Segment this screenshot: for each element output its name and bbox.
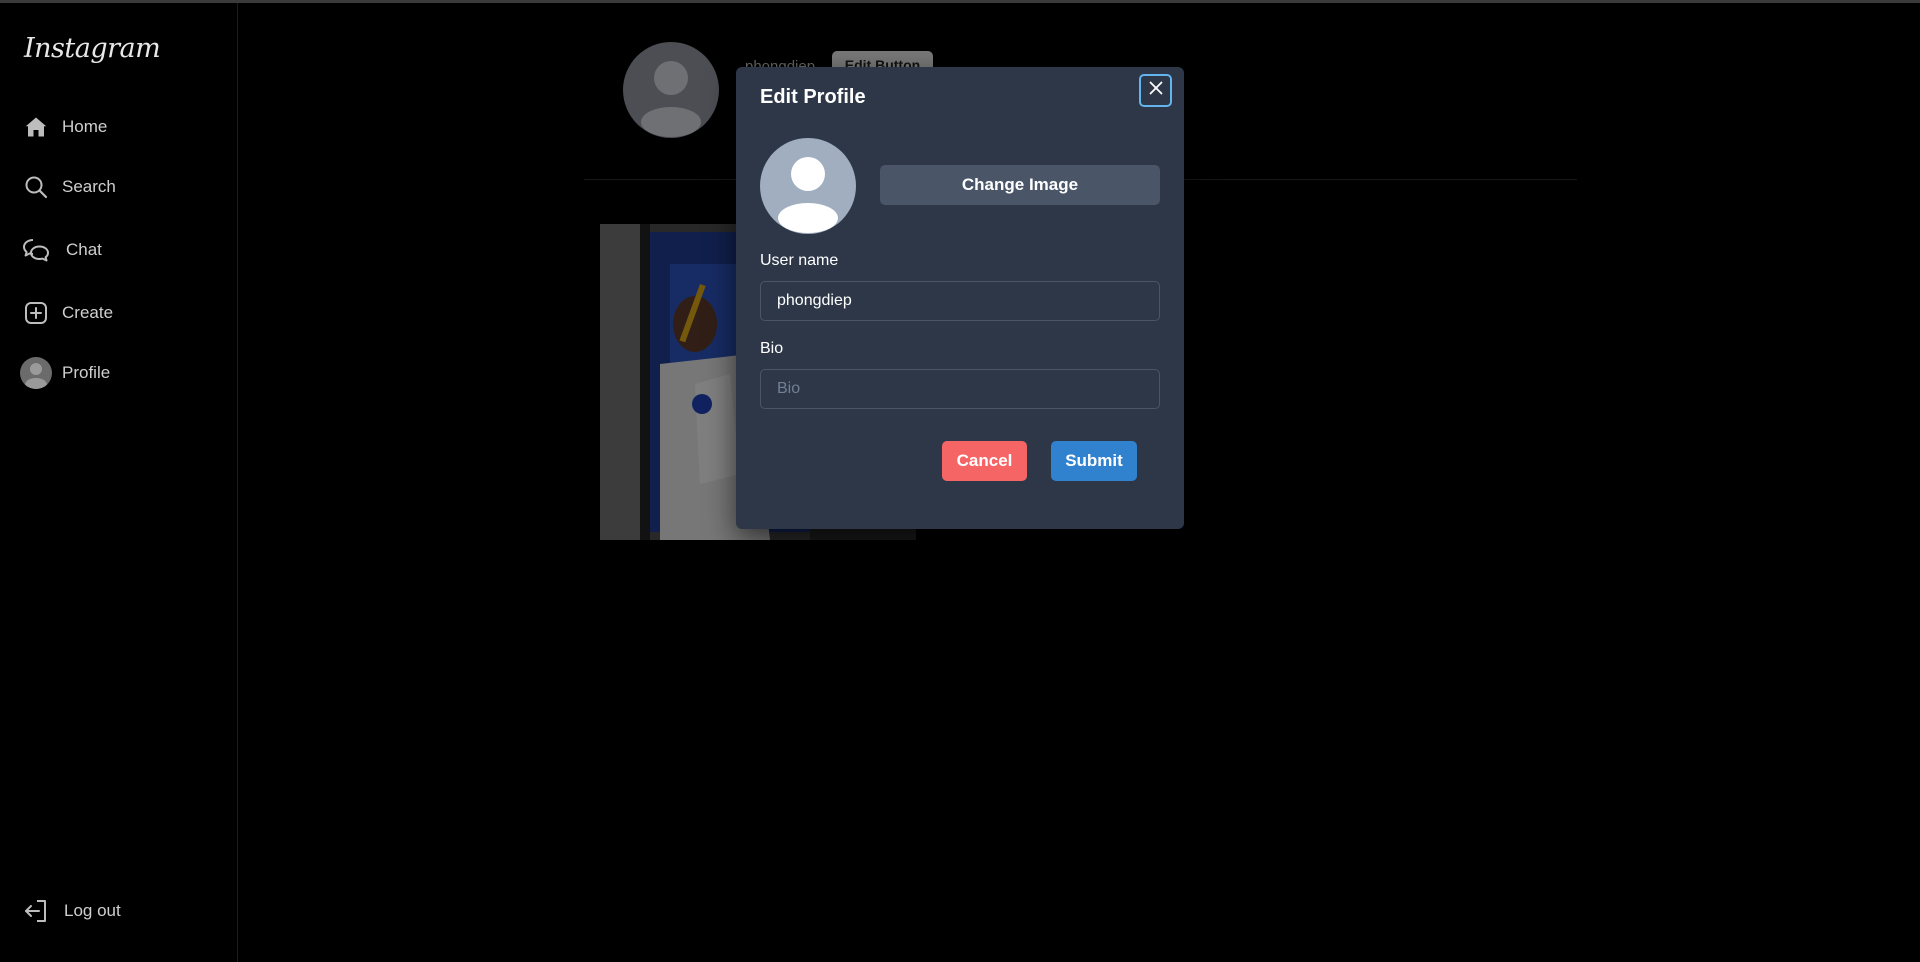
close-icon [1149,81,1163,100]
sidebar-item-label: Search [62,177,116,196]
sidebar-item-profile[interactable]: Profile [20,355,110,391]
bio-field[interactable] [760,369,1160,409]
sidebar-item-chat[interactable]: Chat [20,232,102,268]
sidebar-item-label: Log out [64,901,121,920]
profile-avatar [623,42,719,138]
cancel-button[interactable]: Cancel [942,441,1027,481]
window-top-border [0,0,1920,3]
sidebar-item-label: Create [62,303,114,322]
sidebar-item-label: Profile [62,363,111,382]
sidebar-item-label: Home [62,117,108,136]
home-icon [20,111,52,143]
sidebar-item-logout[interactable]: Log out [20,893,121,929]
change-image-button[interactable]: Change Image [880,165,1160,205]
sidebar: Instagram Home Search Chat Create Profil… [0,3,238,962]
sidebar-item-create[interactable]: Create [20,295,113,331]
modal-title: Edit Profile [760,86,866,108]
submit-button[interactable]: Submit [1051,441,1137,481]
chat-icon [20,234,52,266]
username-field[interactable] [760,281,1160,321]
close-button[interactable] [1139,74,1172,107]
plus-square-icon [20,297,52,329]
edit-profile-modal: Edit Profile Change Image User name Bio … [736,67,1184,529]
logout-icon [20,895,52,927]
sidebar-item-search[interactable]: Search [20,169,116,205]
instagram-logo[interactable]: Instagram [24,33,161,64]
sidebar-item-home[interactable]: Home [20,109,107,145]
username-label: User name [760,252,839,269]
modal-avatar [760,138,856,234]
sidebar-item-label: Chat [66,240,102,259]
bio-label: Bio [760,340,784,357]
search-icon [20,171,52,203]
avatar [20,357,52,389]
